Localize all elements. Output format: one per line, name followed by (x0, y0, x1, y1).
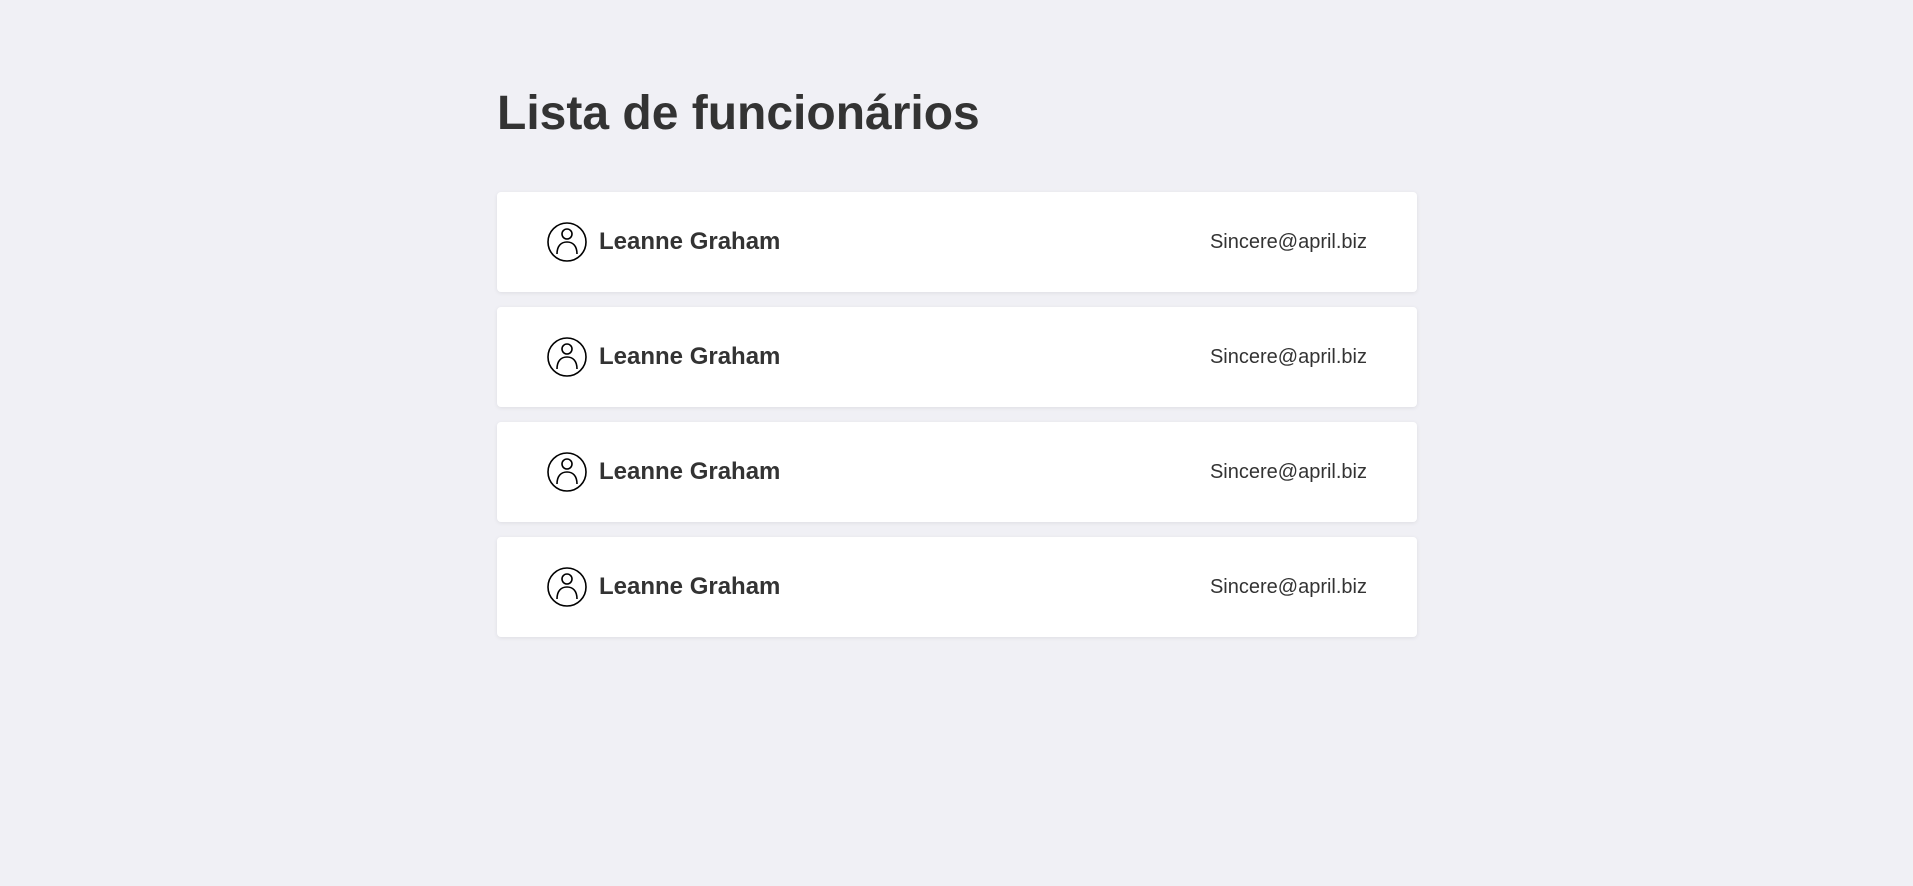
employee-identity: Leanne Graham (547, 222, 780, 262)
employee-name: Leanne Graham (599, 343, 781, 370)
employee-name: Leanne Graham (599, 573, 781, 600)
user-circle-icon (547, 337, 587, 377)
employee-email: Sincere@april.biz (1209, 230, 1367, 253)
employee-list: Leanne Graham Sincere@april.biz Leanne G… (497, 192, 1417, 652)
employee-identity: Leanne Graham (547, 452, 780, 492)
employee-email: Sincere@april.biz (1209, 575, 1367, 598)
employee-email: Sincere@april.biz (1209, 345, 1367, 368)
employee-identity: Leanne Graham (547, 567, 780, 607)
user-circle-icon (547, 452, 587, 492)
employee-card[interactable]: Leanne Graham Sincere@april.biz (497, 307, 1417, 407)
employee-card[interactable]: Leanne Graham Sincere@april.biz (497, 537, 1417, 637)
employee-card[interactable]: Leanne Graham Sincere@april.biz (497, 192, 1417, 292)
employee-name: Leanne Graham (599, 228, 781, 255)
employee-card[interactable]: Leanne Graham Sincere@april.biz (497, 422, 1417, 522)
page-title: Lista de funcionários (497, 87, 980, 140)
employee-email: Sincere@april.biz (1209, 460, 1367, 483)
user-circle-icon (547, 567, 587, 607)
user-circle-icon (547, 222, 587, 262)
employee-name: Leanne Graham (599, 458, 781, 485)
employee-identity: Leanne Graham (547, 337, 780, 377)
